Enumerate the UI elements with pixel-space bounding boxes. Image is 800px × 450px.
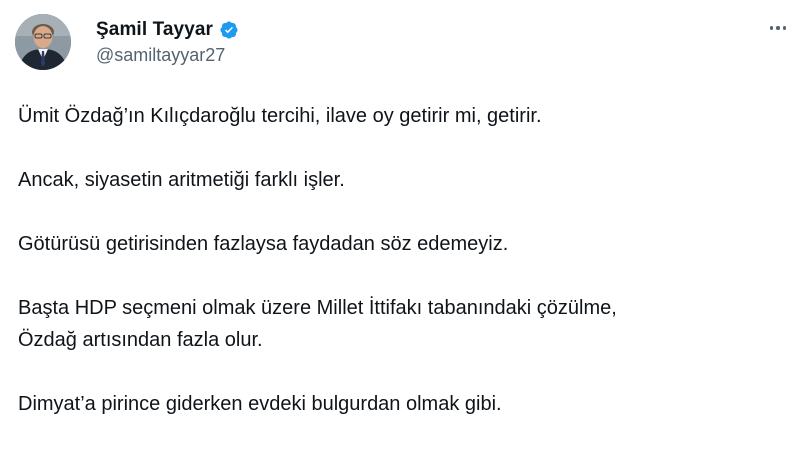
tweet-line: Ümit Özdağ’ın Kılıçdaroğlu tercihi, ilav…: [18, 105, 542, 127]
tweet-line: Başta HDP seçmeni olmak üzere Millet İtt…: [18, 297, 617, 319]
tweet-card: Şamil Tayyar @samiltayyar27 Ümit Özdağ’ı…: [0, 0, 800, 450]
author-display-name[interactable]: Şamil Tayyar: [96, 19, 213, 41]
tweet-paragraph: Ancak, siyasetin aritmetiği farklı işler…: [18, 164, 788, 196]
tweet-paragraph: Götürüsü getirisinden fazlaysa faydadan …: [18, 228, 788, 260]
more-dot: [769, 26, 774, 30]
tweet-line: Ancak, siyasetin aritmetiği farklı işler…: [18, 169, 345, 191]
avatar-photo: [15, 14, 71, 70]
author-avatar[interactable]: [15, 14, 71, 70]
tweet-paragraph: Ümit Özdağ’ın Kılıçdaroğlu tercihi, ilav…: [18, 100, 788, 132]
tweet-line: Götürüsü getirisinden fazlaysa faydadan …: [18, 233, 509, 255]
tweet-line: Özdağ artısından fazla olur.: [18, 329, 263, 351]
author-name-row: Şamil Tayyar: [96, 18, 239, 42]
verified-badge-icon: [219, 20, 239, 40]
tweet-text: Ümit Özdağ’ın Kılıçdaroğlu tercihi, ilav…: [18, 100, 788, 450]
more-options-icon[interactable]: [764, 18, 792, 38]
tweet-paragraph: Dimyat’a pirince giderken evdeki bulgurd…: [18, 388, 788, 420]
tweet-line: Dimyat’a pirince giderken evdeki bulgurd…: [18, 393, 502, 415]
tweet-paragraph: Başta HDP seçmeni olmak üzere Millet İtt…: [18, 292, 788, 356]
more-dot: [776, 26, 780, 30]
more-dot: [782, 26, 787, 30]
author-handle[interactable]: @samiltayyar27: [96, 45, 225, 66]
